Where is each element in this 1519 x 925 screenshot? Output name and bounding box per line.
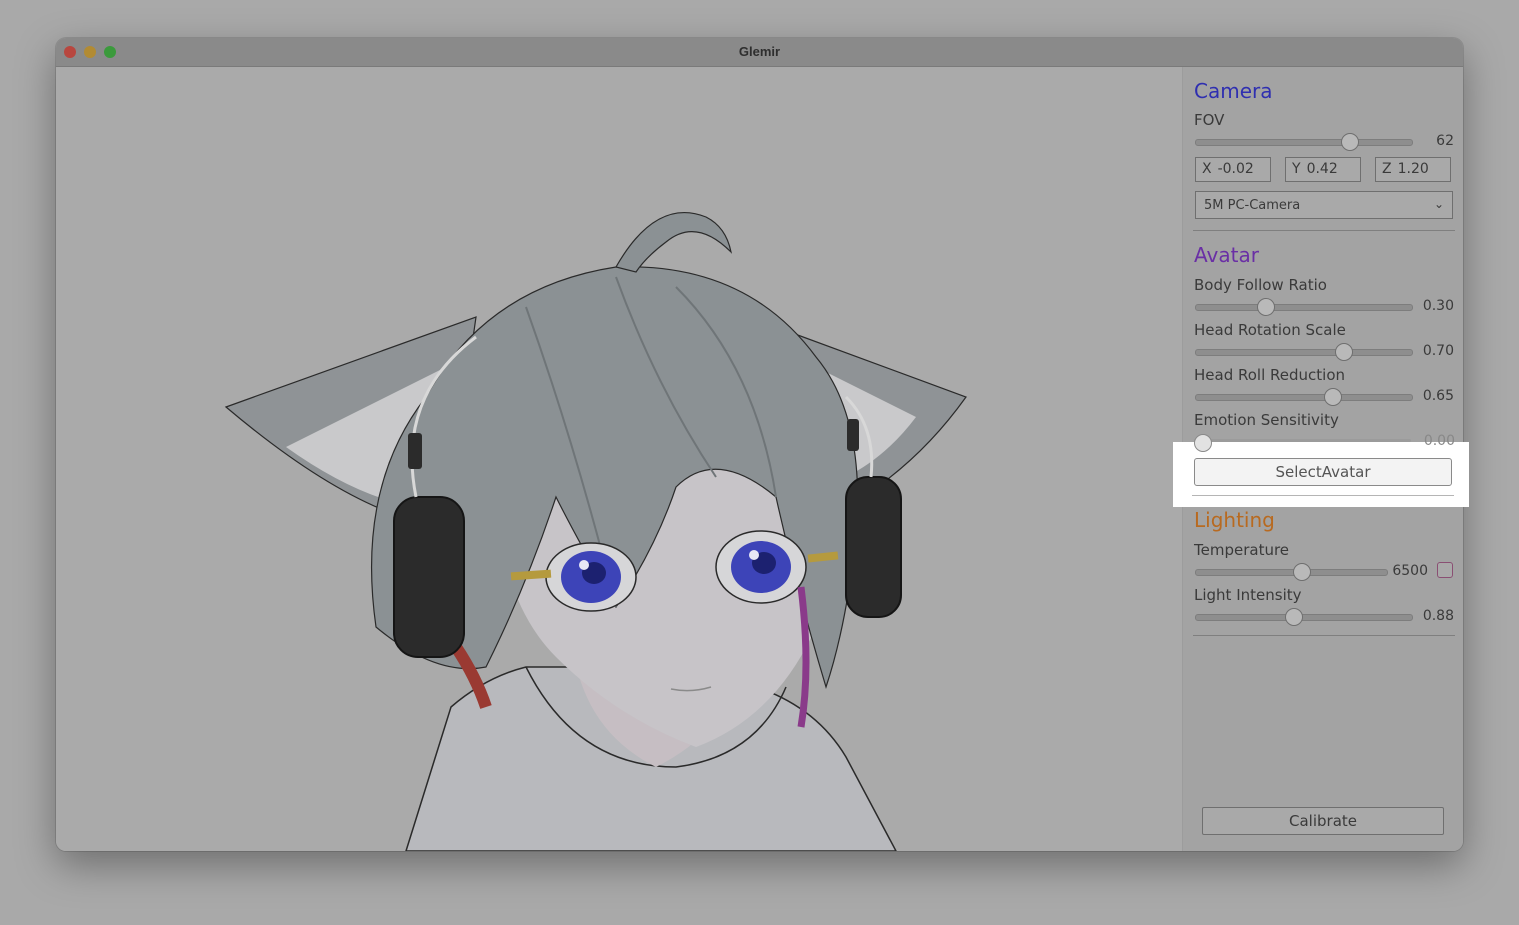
camera-x-value: -0.02 <box>1217 161 1254 177</box>
camera-z-value: 1.20 <box>1397 161 1429 177</box>
select-avatar-button[interactable]: SelectAvatar <box>1194 458 1452 486</box>
head-rotation-scale-handle[interactable] <box>1334 343 1353 361</box>
body-follow-ratio-label: Body Follow Ratio <box>1194 276 1327 294</box>
temperature-slider-handle[interactable] <box>1293 563 1312 581</box>
emotion-sensitivity-handle[interactable] <box>1194 434 1212 452</box>
fov-slider[interactable] <box>1195 133 1413 151</box>
emotion-sensitivity-label: Emotion Sensitivity <box>1194 411 1339 429</box>
avatar-divider <box>1192 495 1454 496</box>
window-title: Glemir <box>738 44 781 59</box>
fov-slider-handle[interactable] <box>1341 133 1360 151</box>
head-roll-reduction-label: Head Roll Reduction <box>1194 366 1346 384</box>
body-follow-ratio-slider[interactable] <box>1195 298 1413 316</box>
head-roll-reduction-slider[interactable] <box>1195 388 1413 406</box>
body-follow-ratio-value: 0.30 <box>1422 298 1454 314</box>
body-follow-ratio-handle[interactable] <box>1257 298 1276 316</box>
head-rotation-scale-slider[interactable] <box>1195 343 1413 361</box>
temperature-value: 6500 <box>1392 563 1428 579</box>
camera-section-title: Camera <box>1194 79 1273 103</box>
avatar-render <box>224 212 967 851</box>
light-intensity-value: 0.88 <box>1422 608 1454 624</box>
temperature-slider[interactable] <box>1195 563 1388 581</box>
camera-divider <box>1193 230 1455 231</box>
light-intensity-label: Light Intensity <box>1194 586 1302 604</box>
avatar-section-title: Avatar <box>1194 243 1259 267</box>
camera-z-field[interactable]: Z 1.20 <box>1375 157 1451 182</box>
spotlight-region: 0.00 SelectAvatar <box>1173 433 1469 507</box>
camera-x-field[interactable]: X -0.02 <box>1195 157 1271 182</box>
camera-y-value: 0.42 <box>1306 161 1338 177</box>
calibrate-button[interactable]: Calibrate <box>1202 807 1444 835</box>
head-roll-reduction-handle[interactable] <box>1324 388 1343 406</box>
camera-device-value: 5M PC-Camera <box>1204 198 1301 213</box>
title-bar: Glemir <box>56 38 1463 67</box>
fov-label: FOV <box>1194 111 1225 129</box>
temperature-label: Temperature <box>1194 541 1290 559</box>
x-axis-label: X <box>1202 161 1212 177</box>
avatar-viewport[interactable] <box>56 67 1182 851</box>
z-axis-label: Z <box>1382 161 1392 177</box>
lighting-divider <box>1193 635 1455 636</box>
emotion-sensitivity-value: 0.00 <box>1423 433 1455 449</box>
fov-value: 62 <box>1436 133 1454 149</box>
camera-device-select[interactable]: 5M PC-Camera ⌄ <box>1195 191 1453 219</box>
head-rotation-scale-value: 0.70 <box>1422 343 1454 359</box>
light-intensity-slider[interactable] <box>1195 608 1413 626</box>
lighting-section-title: Lighting <box>1194 508 1275 532</box>
emotion-sensitivity-slider[interactable] <box>1194 439 1411 442</box>
camera-y-field[interactable]: Y 0.42 <box>1285 157 1361 182</box>
chevron-down-icon: ⌄ <box>1433 197 1444 211</box>
head-roll-reduction-value: 0.65 <box>1422 388 1454 404</box>
y-axis-label: Y <box>1292 161 1301 177</box>
temperature-checkbox[interactable] <box>1437 562 1453 578</box>
head-rotation-scale-label: Head Rotation Scale <box>1194 321 1346 339</box>
light-intensity-slider-handle[interactable] <box>1285 608 1304 626</box>
